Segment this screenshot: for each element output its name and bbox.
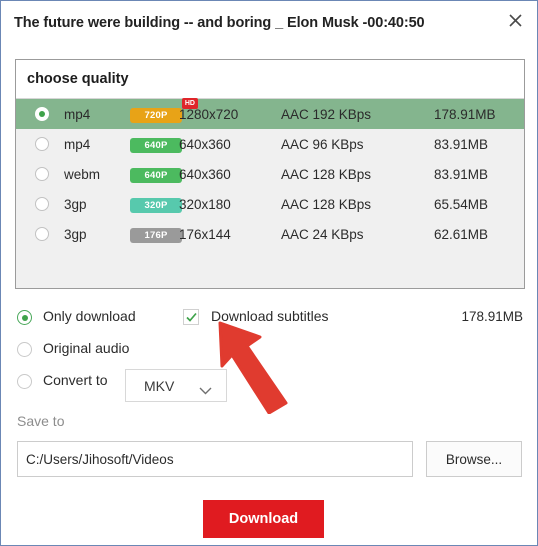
original-audio-radio[interactable] (17, 342, 32, 357)
dialog-titlebar: The future were building -- and boring _… (1, 1, 537, 48)
option-row-original-audio: Original audio (15, 336, 525, 368)
quality-radio[interactable] (35, 137, 49, 151)
quality-format: 3gp (64, 226, 87, 242)
quality-size: 65.54MB (434, 196, 489, 212)
quality-radio[interactable] (35, 197, 49, 211)
download-subtitles-checkbox[interactable] (183, 309, 199, 325)
quality-row[interactable]: 3gp 320P 320x180 AAC 128 KBps 65.54MB (16, 189, 524, 219)
convert-format-select[interactable]: MKV (125, 369, 227, 402)
download-options: Only download Download subtitles 178.91M… (15, 304, 525, 402)
convert-format-value: MKV (144, 377, 175, 394)
quality-size: 83.91MB (434, 136, 489, 152)
quality-format: 3gp (64, 196, 87, 212)
quality-format: webm (64, 166, 101, 182)
quality-header-label: choose quality (27, 71, 129, 87)
close-icon (508, 13, 523, 28)
page-title: The future were building -- and boring _… (14, 15, 425, 31)
close-button[interactable] (502, 7, 528, 33)
quality-radio[interactable] (35, 107, 49, 121)
download-dialog: The future were building -- and boring _… (0, 0, 538, 546)
browse-button[interactable]: Browse... (426, 441, 522, 477)
quality-resolution: 640x360 (179, 136, 231, 152)
quality-resolution: 176x144 (179, 226, 231, 242)
download-subtitles-label: Download subtitles (211, 308, 329, 324)
quality-row[interactable]: webm 640P 640x360 AAC 128 KBps 83.91MB (16, 159, 524, 189)
option-row-only-download: Only download Download subtitles 178.91M… (15, 304, 525, 336)
quality-badge: 320P (130, 197, 182, 213)
download-button[interactable]: Download (203, 500, 324, 538)
only-download-label: Only download (43, 308, 136, 324)
quality-badge: 640P (130, 137, 182, 153)
convert-to-radio[interactable] (17, 374, 32, 389)
convert-to-label: Convert to (43, 372, 108, 388)
quality-badge: 720P (130, 107, 182, 123)
quality-audio: AAC 96 KBps (281, 136, 364, 152)
chevron-down-icon (199, 382, 212, 400)
only-download-radio[interactable] (17, 310, 32, 325)
quality-row[interactable]: mp4 640P 640x360 AAC 96 KBps 83.91MB (16, 129, 524, 159)
quality-radio[interactable] (35, 167, 49, 181)
quality-radio[interactable] (35, 227, 49, 241)
option-row-convert-to: Convert to MKV (15, 368, 525, 402)
original-audio-label: Original audio (43, 340, 130, 356)
quality-row[interactable]: 3gp 176P 176x144 AAC 24 KBps 62.61MB (16, 219, 524, 249)
quality-audio: AAC 192 KBps (281, 106, 372, 122)
quality-resolution: 640x360 (179, 166, 231, 182)
quality-size: 178.91MB (434, 106, 496, 122)
quality-table-header: choose quality (16, 60, 524, 99)
quality-format: mp4 (64, 106, 91, 122)
quality-resolution: 1280x720 (179, 106, 239, 122)
quality-resolution: 320x180 (179, 196, 231, 212)
quality-size: 83.91MB (434, 166, 489, 182)
quality-badge: 640P (130, 167, 182, 183)
quality-row[interactable]: mp4 720P HD 1280x720 AAC 192 KBps 178.91… (16, 97, 524, 129)
save-to-label: Save to (17, 413, 65, 429)
quality-audio: AAC 128 KBps (281, 166, 372, 182)
total-size-value: 178.91MB (461, 309, 523, 324)
quality-size: 62.61MB (434, 226, 489, 242)
quality-audio: AAC 128 KBps (281, 196, 372, 212)
save-path-input[interactable] (17, 441, 413, 477)
quality-audio: AAC 24 KBps (281, 226, 364, 242)
quality-format: mp4 (64, 136, 91, 152)
quality-table: choose quality mp4 720P HD 1280x720 AAC … (15, 59, 525, 289)
quality-badge: 176P (130, 227, 182, 243)
